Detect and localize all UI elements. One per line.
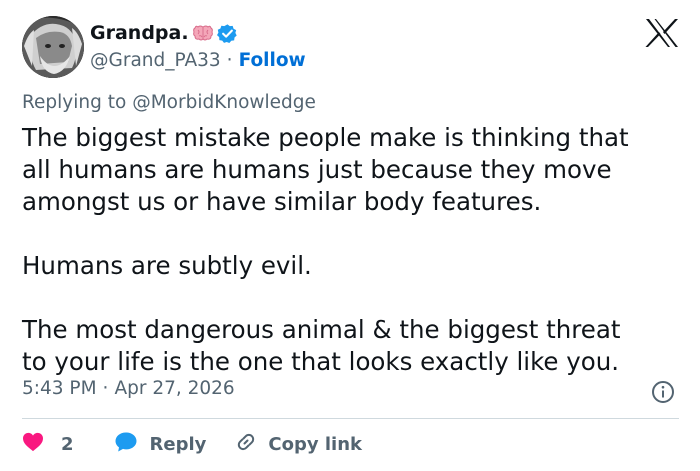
like-button[interactable]: 2 [22,432,74,457]
heart-icon [22,432,44,457]
reply-context-prefix: Replying to [22,92,127,113]
info-icon[interactable] [651,380,675,404]
reply-mention-link[interactable]: @MorbidKnowledge [132,92,316,113]
copy-link-button[interactable]: Copy link [234,430,362,459]
tweet-line: amongst us or have similar body features… [22,187,542,216]
follow-button[interactable]: Follow [239,50,306,71]
tweet-line: to your life is the one that looks exact… [22,347,620,376]
tweet-line: The biggest mistake people make is think… [22,123,629,152]
reply-context: Replying to @MorbidKnowledge [22,92,316,113]
divider [22,418,679,419]
like-count: 2 [61,433,74,455]
author-handle-row: @Grand_PA33 · Follow [90,47,306,73]
tweet-text: The biggest mistake people make is think… [22,122,682,378]
tweet-time: 5:43 PM [22,378,97,399]
tweet-date: Apr 27, 2026 [114,378,235,399]
timestamp-separator: · [102,378,109,399]
avatar-image [22,16,84,78]
reply-button[interactable]: Reply [114,431,207,458]
tweet-line: The most dangerous animal & the biggest … [22,315,621,344]
author-handle[interactable]: @Grand_PA33 [90,50,221,71]
avatar[interactable] [22,16,84,78]
author-display-name[interactable]: Grandpa. [90,22,189,44]
verified-badge-icon [216,23,238,44]
link-icon [234,430,258,459]
author-name-row: Grandpa. [90,20,238,46]
copy-link-label: Copy link [268,433,362,455]
tweet-timestamp[interactable]: 5:43 PM · Apr 27, 2026 [22,378,235,399]
tweet-line: Humans are subtly evil. [22,251,312,280]
handle-separator: · [226,49,233,71]
tweet-line: all humans are humans just because they … [22,155,612,184]
speech-bubble-icon [114,431,138,458]
brain-emoji-icon [192,24,213,42]
x-logo-icon[interactable] [645,18,679,48]
action-bar: 2 Reply Copy link [22,430,362,458]
reply-label: Reply [149,433,207,455]
